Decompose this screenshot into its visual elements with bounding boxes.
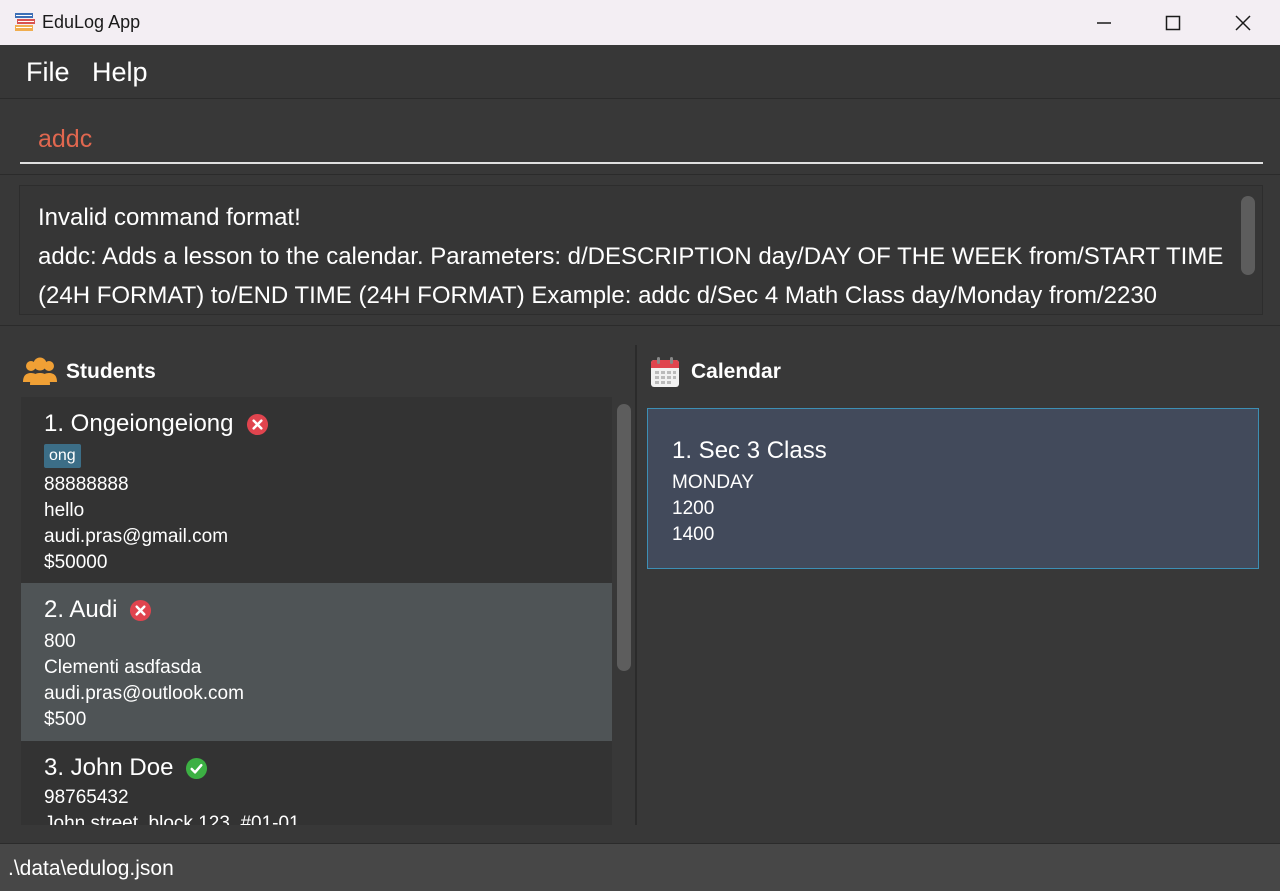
menu-bar: File Help xyxy=(0,45,1280,100)
calendar-title: Calendar xyxy=(691,360,781,383)
calendar-icon xyxy=(651,357,679,387)
status-bar: .\data\edulog.json xyxy=(0,843,1280,891)
student-address: John street, block 123, #01-01 xyxy=(44,813,300,825)
student-email: audi.pras@outlook.com xyxy=(44,683,244,704)
student-name-row: 2. Audi xyxy=(44,596,152,624)
menu-help[interactable]: Help xyxy=(92,57,148,88)
panel-divider xyxy=(635,345,637,825)
result-display: Invalid command format! addc: Adds a les… xyxy=(0,175,1280,327)
minimize-button[interactable] xyxy=(1081,0,1127,45)
command-box xyxy=(0,99,1280,175)
lesson-end-time: 1400 xyxy=(672,524,715,545)
student-list[interactable]: 1. Ongeiongeiong ong 88888888 hello audi… xyxy=(21,397,612,825)
menu-file[interactable]: File xyxy=(26,57,70,88)
maximize-icon xyxy=(1165,15,1181,30)
student-name: 2. Audi xyxy=(44,596,118,623)
people-icon xyxy=(23,357,57,385)
student-tag: ong xyxy=(44,444,81,468)
result-line: (24H FORMAT) to/END TIME (24H FORMAT) Ex… xyxy=(38,282,1158,309)
lesson-title: 1. Sec 3 Class xyxy=(672,437,827,464)
result-line: Invalid command format! xyxy=(38,204,301,231)
maximize-button[interactable] xyxy=(1150,0,1196,45)
minimize-icon xyxy=(1097,21,1111,24)
students-title: Students xyxy=(66,360,156,383)
calendar-header: Calendar xyxy=(650,356,781,388)
student-card[interactable]: 3. John Doe 98765432 John street, block … xyxy=(21,741,612,825)
student-name-row: 1. Ongeiongeiong xyxy=(44,410,269,438)
close-button[interactable] xyxy=(1220,0,1266,45)
student-list-scrollbar[interactable] xyxy=(617,404,631,671)
student-fee: $50000 xyxy=(44,552,108,573)
student-name: 1. Ongeiongeiong xyxy=(44,410,234,437)
student-card[interactable]: 1. Ongeiongeiong ong 88888888 hello audi… xyxy=(21,397,612,583)
title-bar: EduLog App xyxy=(0,0,1280,45)
student-name-row: 3. John Doe xyxy=(44,754,208,782)
student-email: audi.pras@gmail.com xyxy=(44,526,229,547)
window-title: EduLog App xyxy=(42,12,141,32)
result-text: Invalid command format! addc: Adds a les… xyxy=(38,198,1228,314)
close-icon xyxy=(1235,14,1251,31)
lesson-start-time: 1200 xyxy=(672,498,715,519)
cross-circle-icon xyxy=(130,599,152,621)
result-scrollbar[interactable] xyxy=(1241,196,1255,275)
student-address: Clementi asdfasda xyxy=(44,657,202,678)
student-address: hello xyxy=(44,500,85,521)
result-line: addc: Adds a lesson to the calendar. Par… xyxy=(38,243,1224,270)
result-text-area[interactable]: Invalid command format! addc: Adds a les… xyxy=(19,185,1263,315)
lesson-card[interactable]: 1. Sec 3 Class MONDAY 1200 1400 xyxy=(647,408,1259,569)
student-name: 3. John Doe xyxy=(44,754,174,781)
student-phone: 800 xyxy=(44,631,76,652)
check-circle-icon xyxy=(186,757,208,779)
students-header: Students xyxy=(22,356,156,388)
student-phone: 98765432 xyxy=(44,787,129,808)
student-card[interactable]: 2. Audi 800 Clementi asdfasda audi.pras@… xyxy=(21,583,612,741)
student-phone: 88888888 xyxy=(44,474,129,495)
app-window: EduLog App File Help Invalid command for… xyxy=(0,0,1280,891)
cross-circle-icon xyxy=(246,413,268,435)
command-input[interactable] xyxy=(20,116,1263,164)
books-app-icon xyxy=(15,13,35,31)
save-location-path: .\data\edulog.json xyxy=(8,857,174,880)
student-fee: $500 xyxy=(44,709,87,730)
lesson-day: MONDAY xyxy=(672,472,754,493)
